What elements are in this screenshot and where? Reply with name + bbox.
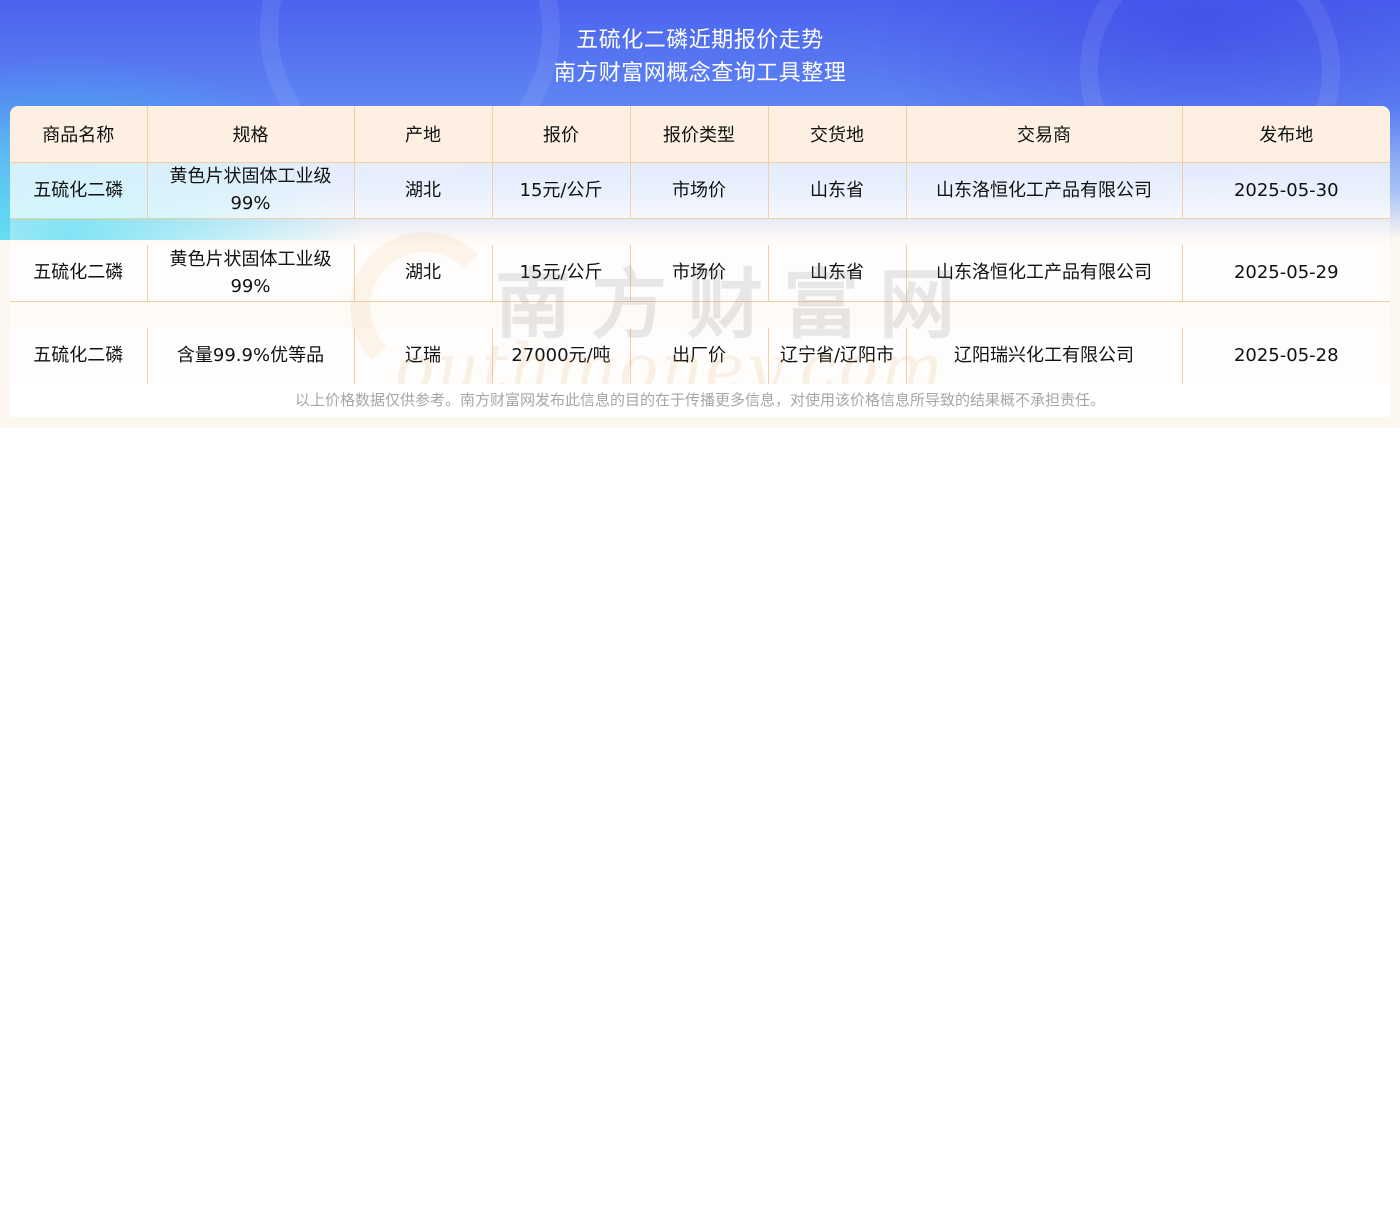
table-cell: 山东洛恒化工产品有限公司: [906, 245, 1183, 302]
table-cell: 15元/公斤: [492, 162, 631, 219]
table-body: 五硫化二磷 黄色片状固体工业级99% 湖北 15元/公斤 市场价 山东省 山东洛恒化工产品有…: [10, 162, 1390, 385]
disclaimer-text: 以上价格数据仅供参考。南方财富网发布此信息的目的在于传播更多信息，对使用该价格信…: [10, 384, 1390, 417]
table-cell: 含量99.9%优等品: [147, 328, 355, 385]
table-cell: 山东省: [768, 162, 907, 219]
column-header: 产地: [354, 106, 493, 163]
table-cell: 市场价: [630, 245, 769, 302]
table-row: 五硫化二磷 黄色片状固体工业级99% 湖北 15元/公斤 市场价 山东省 山东洛恒化工产品有…: [10, 162, 1390, 219]
table-cell: 辽瑞: [354, 328, 493, 385]
table-cell: 五硫化二磷: [10, 245, 148, 302]
table-cell: 五硫化二磷: [10, 328, 148, 385]
column-header: 规格: [147, 106, 355, 163]
table-cell: 2025-05-30: [1182, 162, 1390, 219]
table-header-row: 商品名称 规格 产地 报价 报价类型 交货地 交易商 发布地: [10, 106, 1390, 163]
table-cell: 湖北: [354, 245, 493, 302]
table-cell: 27000元/吨: [492, 328, 631, 385]
table-cell: 市场价: [630, 162, 769, 219]
table-cell: 15元/公斤: [492, 245, 631, 302]
column-header: 报价类型: [630, 106, 769, 163]
table-cell: 五硫化二磷: [10, 162, 148, 219]
table-cell: 黄色片状固体工业级99%: [147, 245, 355, 302]
price-table: 商品名称 规格 产地 报价 报价类型 交货地 交易商 发布地 五硫化二磷 黄色片状固体工业级99…: [10, 106, 1390, 385]
price-card: 五硫化二磷近期报价走势 南方财富网概念查询工具整理 商品名称 规格 产地 报价 报价类型…: [0, 0, 1400, 428]
table-cell: 山东省: [768, 245, 907, 302]
table-cell: 辽宁省/辽阳市: [768, 328, 907, 385]
table-row: 五硫化二磷 黄色片状固体工业级99% 湖北 15元/公斤 市场价 山东省 山东洛恒化工产品有…: [10, 245, 1390, 302]
column-header: 交货地: [768, 106, 907, 163]
table-cell: 辽阳瑞兴化工有限公司: [906, 328, 1183, 385]
row-spacer-cell: [10, 301, 1390, 328]
row-spacer-cell: [10, 218, 1390, 245]
table-cell: 黄色片状固体工业级99%: [147, 162, 355, 219]
table-cell: 出厂价: [630, 328, 769, 385]
table-cell: 湖北: [354, 162, 493, 219]
column-header: 报价: [492, 106, 631, 163]
column-header: 商品名称: [10, 106, 148, 163]
price-table-container: 商品名称 规格 产地 报价 报价类型 交货地 交易商 发布地 五硫化二磷 黄色片状固体工业级99…: [10, 106, 1390, 385]
table-row: 五硫化二磷 含量99.9%优等品 辽瑞 27000元/吨 出厂价 辽宁省/辽阳市 辽阳瑞兴化…: [10, 328, 1390, 385]
row-spacer: [10, 301, 1390, 328]
page-subtitle: 南方财富网概念查询工具整理: [553, 61, 847, 86]
page-title: 五硫化二磷近期报价走势: [576, 28, 824, 53]
column-header: 交易商: [906, 106, 1183, 163]
row-spacer: [10, 218, 1390, 245]
table-cell: 2025-05-28: [1182, 328, 1390, 385]
table-cell: 2025-05-29: [1182, 245, 1390, 302]
table-cell: 山东洛恒化工产品有限公司: [906, 162, 1183, 219]
column-header: 发布地: [1182, 106, 1390, 163]
